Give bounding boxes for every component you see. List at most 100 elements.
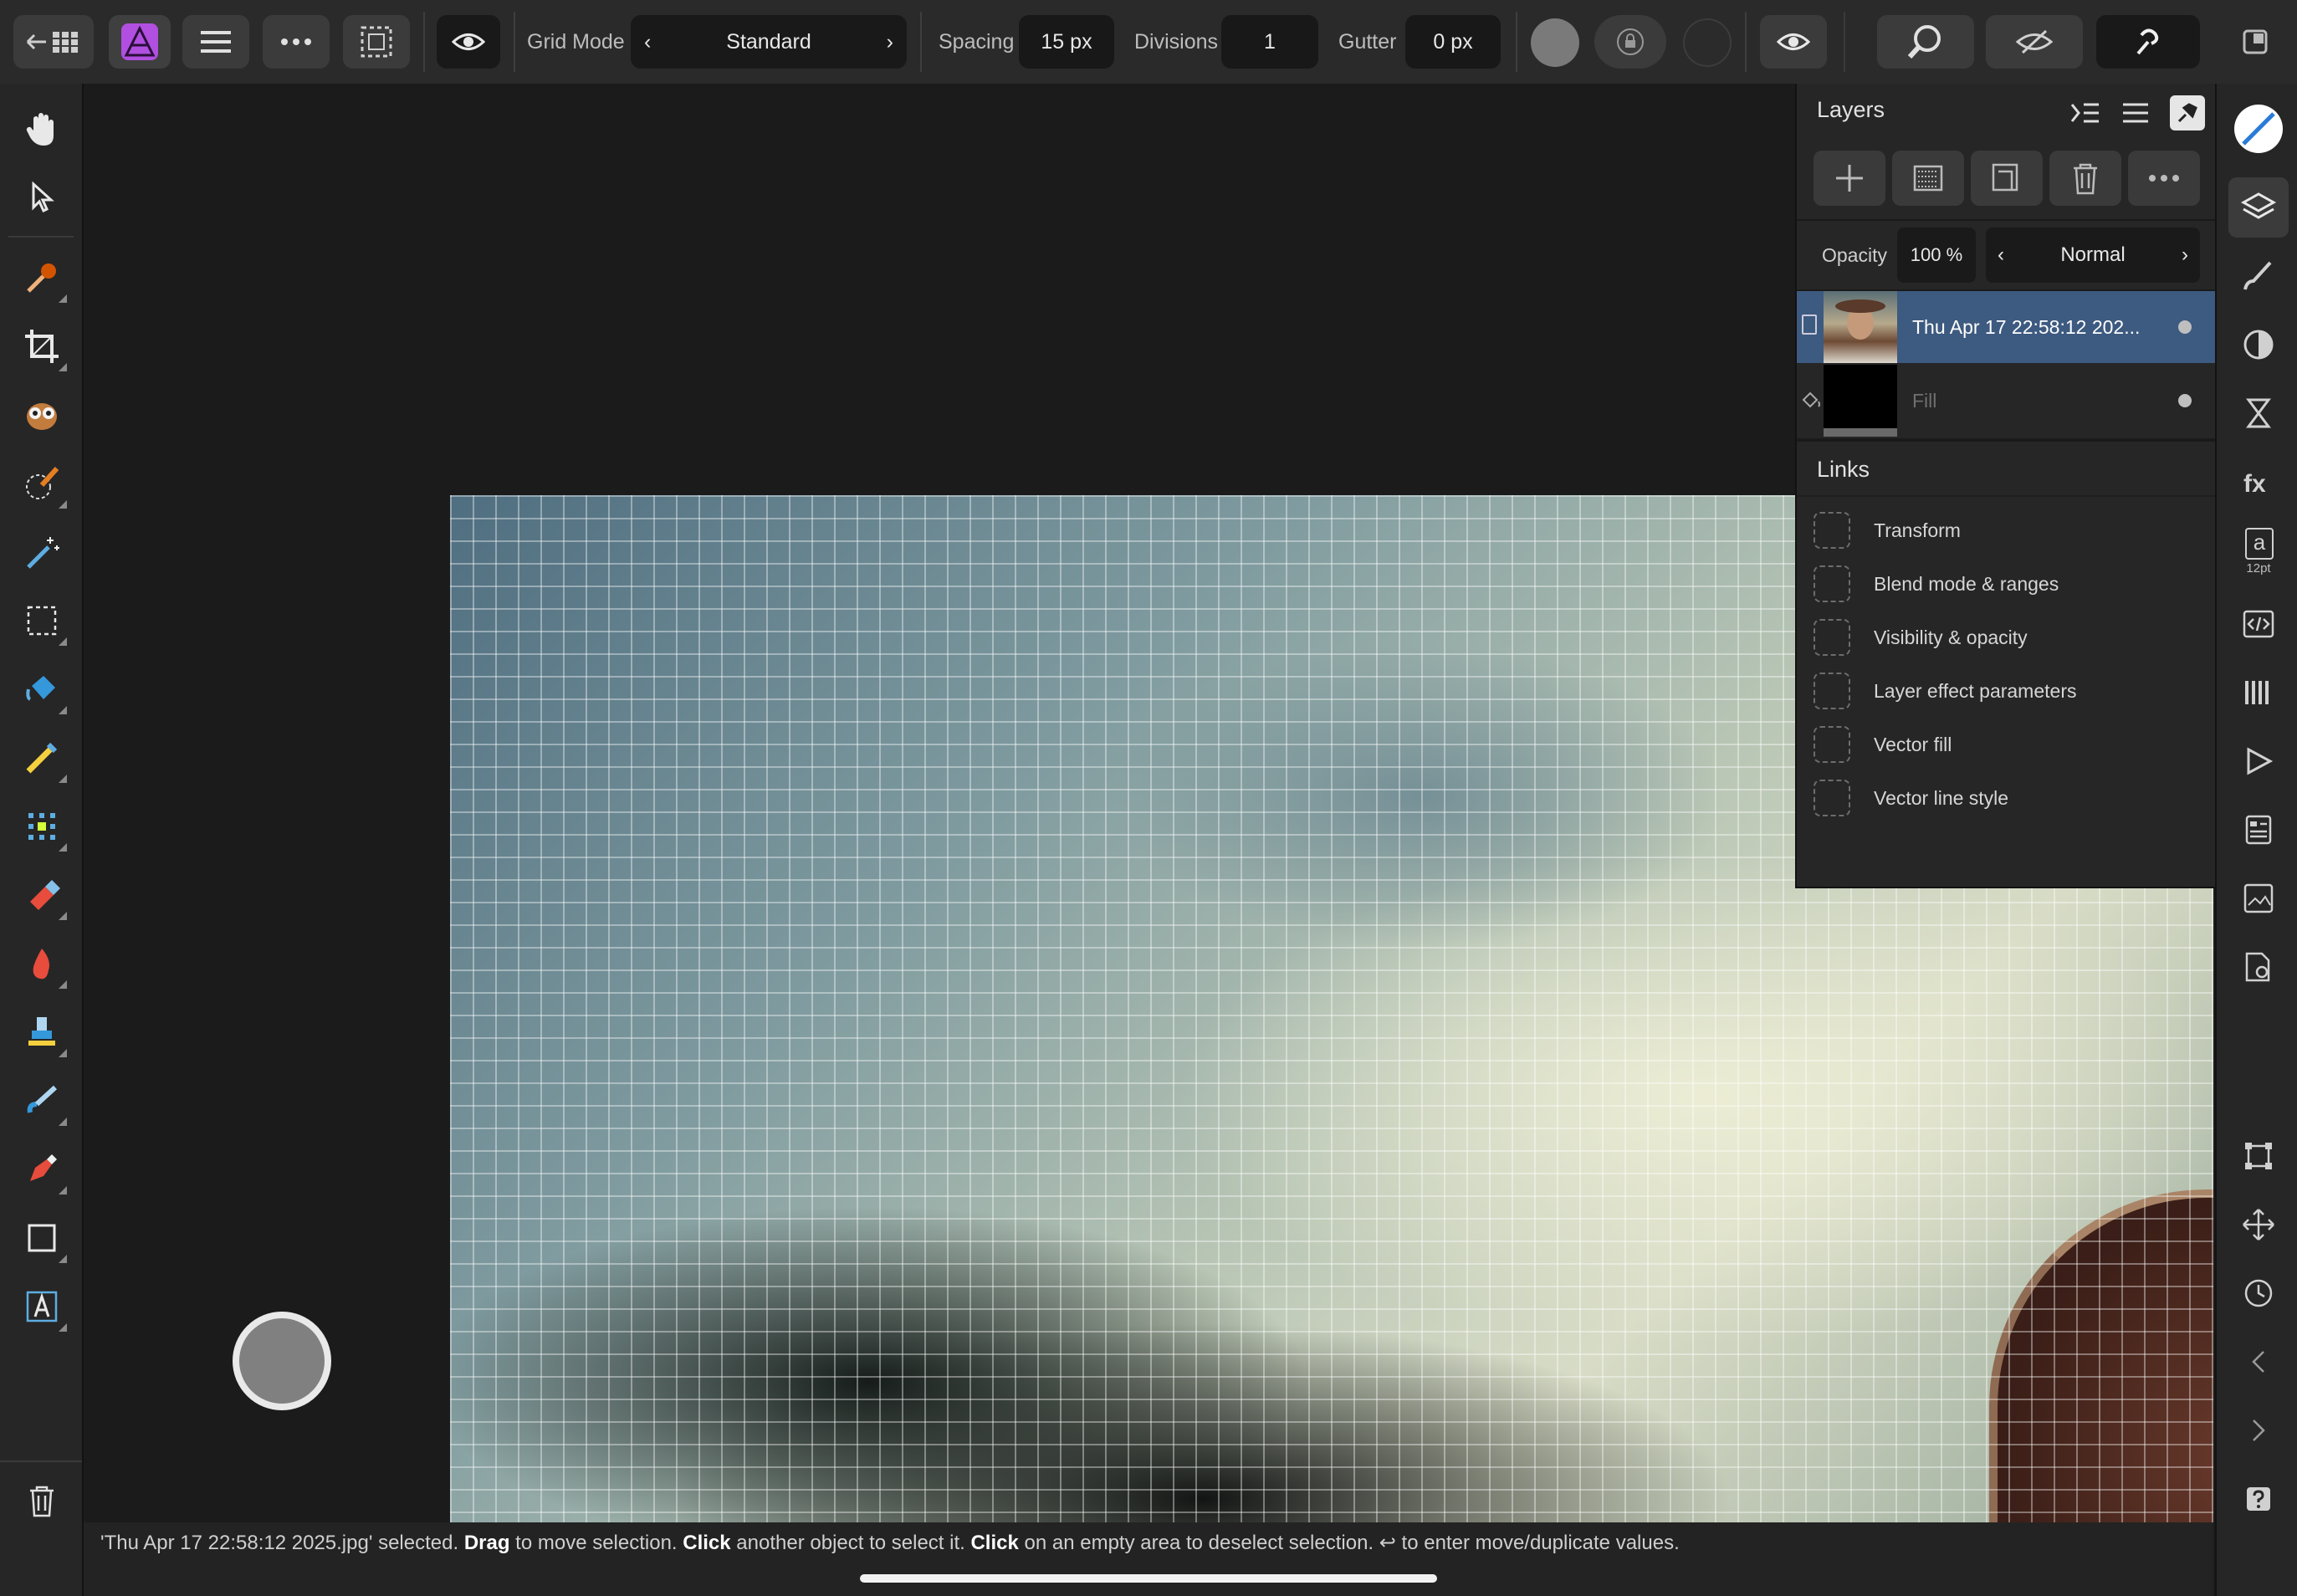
brushes-studio-button[interactable] [2228,246,2289,306]
color-picker-tool[interactable] [12,248,72,308]
link-checkbox[interactable] [1814,565,1850,602]
tools-panel [0,84,84,1596]
link-label: Vector line style [1874,786,2009,809]
delete-button[interactable] [12,1471,72,1531]
library-studio-button[interactable] [2228,731,2289,791]
layer-options-button[interactable] [2128,151,2200,206]
artistic-text-tool[interactable] [12,1276,72,1337]
add-pixel-layer-button[interactable] [1892,151,1964,206]
red-eye-tool[interactable] [12,385,72,445]
history-studio-button[interactable] [2228,383,2289,443]
clock-history-icon [2244,1279,2273,1307]
clone-tool[interactable] [12,1002,72,1062]
status-keyword: Click [683,1532,731,1554]
move-studio-button[interactable] [2228,1194,2289,1255]
flood-select-tool[interactable] [12,522,72,582]
text-style-size: 12pt [2246,561,2271,575]
gutter-input[interactable]: 0 px [1405,15,1501,69]
panel-menu-button[interactable] [2118,95,2153,130]
gutter-label: Gutter [1338,30,1397,54]
photo-persona-button[interactable] [109,15,171,69]
back-to-gallery-button[interactable] [13,15,94,69]
blend-mode-selector[interactable]: ‹ Normal › [1986,228,2200,283]
fx-studio-button[interactable]: fx [2228,452,2289,512]
link-visibility[interactable]: Visibility & opacity [1814,614,2028,661]
link-checkbox[interactable] [1814,512,1850,549]
grid-mode-selector[interactable]: ‹ Standard › [631,15,907,69]
erase-brush-tool[interactable] [12,865,72,925]
link-checkbox[interactable] [1814,726,1850,763]
adjustments-studio-button[interactable] [2228,315,2289,375]
snapshots-studio-button[interactable] [2228,1263,2289,1323]
divisions-label: Divisions [1134,30,1219,54]
dodge-burn-tool[interactable] [12,934,72,994]
zoom-button[interactable] [1877,15,1974,69]
window-toggle-button[interactable] [2222,15,2289,69]
toggle-grid-visibility-button[interactable] [437,15,500,69]
layer-visibility-dot[interactable] [2178,394,2192,407]
chevron-left-icon[interactable]: ‹ [644,15,651,69]
smudge-tool[interactable] [12,1071,72,1131]
link-layer-effects[interactable]: Layer effect parameters [1814,668,2076,714]
hold-modifier-button[interactable] [233,1312,331,1410]
channels-studio-button[interactable] [2228,662,2289,723]
selection-button[interactable] [343,15,410,69]
view-mode-button[interactable] [1760,15,1827,69]
help-button[interactable] [2228,1469,2289,1529]
add-layer-button[interactable] [1814,151,1885,206]
secondary-color-swatch[interactable] [1683,18,1732,67]
flyout-indicator [59,1186,67,1194]
hamburger-icon [2123,103,2148,123]
next-button[interactable] [2228,1400,2289,1460]
spacing-input[interactable]: 15 px [1019,15,1114,69]
link-transform[interactable]: Transform [1814,507,1961,554]
lock-grid-button[interactable] [1594,15,1666,69]
navigator-studio-button[interactable] [2228,800,2289,860]
collapse-panel-button[interactable] [2068,95,2103,130]
main-menu-button[interactable] [182,15,249,69]
link-checkbox[interactable] [1814,619,1850,656]
settings-studio-button[interactable] [2228,937,2289,997]
link-vector-fill[interactable]: Vector fill [1814,721,1952,768]
link-blend-mode[interactable]: Blend mode & ranges [1814,560,2059,607]
grid-mode-value: Standard [726,30,811,54]
grid-color-swatch[interactable] [1531,18,1579,67]
selection-brush-tool[interactable] [12,453,72,514]
layer-row-photo[interactable]: Thu Apr 17 22:58:12 202... [1797,291,2215,363]
chevron-left-icon[interactable]: ‹ [1998,228,2004,283]
pin-panel-button[interactable] [2170,95,2205,130]
macro-studio-button[interactable] [2228,594,2289,654]
color-studio-button[interactable] [2228,99,2289,159]
text-styles-studio-button[interactable]: a 12pt [2228,520,2289,587]
paint-brush-icon [26,742,58,774]
hide-ui-button[interactable] [1986,15,2083,69]
layer-visibility-dot[interactable] [2178,320,2192,334]
link-vector-line-style[interactable]: Vector line style [1814,775,2008,821]
paint-brush-tool[interactable] [12,728,72,788]
fill-layer-type-icon [1800,388,1822,410]
crop-tool[interactable] [12,316,72,376]
marquee-tool[interactable] [12,591,72,651]
layer-row-fill[interactable]: Fill [1797,365,2215,437]
divisions-input[interactable]: 1 [1221,15,1318,69]
link-checkbox[interactable] [1814,673,1850,709]
flood-fill-tool[interactable] [12,659,72,719]
duplicate-layer-button[interactable] [1971,151,2043,206]
chevron-right-icon[interactable]: › [2182,228,2188,283]
opacity-input[interactable]: 100 % [1897,228,1976,283]
pixel-tool[interactable] [12,796,72,857]
transform-studio-button[interactable] [2228,1126,2289,1186]
assistant-button[interactable] [2096,15,2200,69]
view-tool[interactable] [12,99,72,159]
move-tool[interactable] [12,167,72,228]
more-options-button[interactable] [263,15,330,69]
delete-layer-button[interactable] [2049,151,2121,206]
previous-button[interactable] [2228,1332,2289,1392]
link-checkbox[interactable] [1814,780,1850,816]
rectangle-tool[interactable] [12,1208,72,1268]
pen-tool[interactable] [12,1139,72,1200]
chevron-right-icon[interactable]: › [887,15,893,69]
home-indicator[interactable] [860,1574,1437,1583]
stock-studio-button[interactable] [2228,868,2289,928]
layers-studio-button[interactable] [2228,177,2289,238]
